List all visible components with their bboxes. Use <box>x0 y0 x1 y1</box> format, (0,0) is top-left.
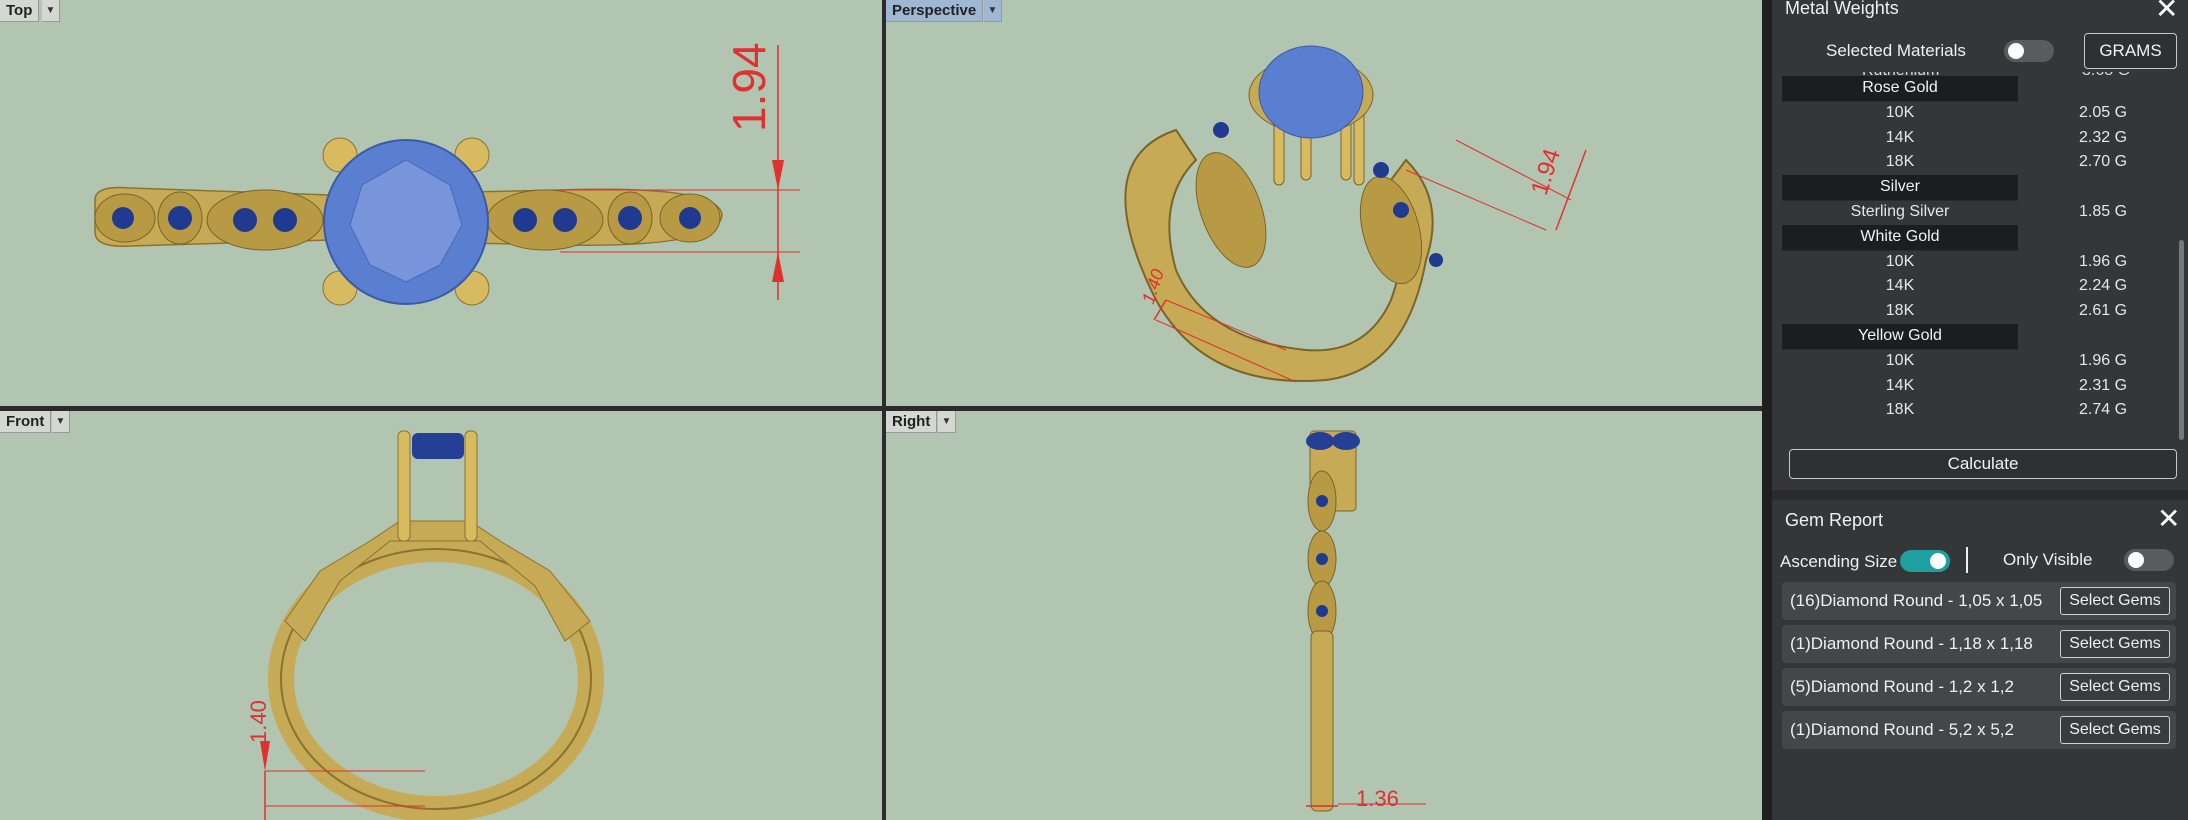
list-item: (1)Diamond Round - 5,2 x 5,2 Select Gems <box>1782 711 2176 749</box>
close-icon[interactable]: ✕ <box>2157 505 2180 533</box>
table-row: 14K 2.24 G <box>1885 277 2128 295</box>
viewport-perspective[interactable]: 1.94 1.40 Perspective ▼ <box>886 0 1762 406</box>
perspective-view-render <box>1124 45 1587 383</box>
front-view-render <box>260 430 604 820</box>
table-row: 18K 2.70 G <box>1885 153 2128 171</box>
right-view-render <box>1306 430 1426 812</box>
table-row: 14K 2.31 G <box>1885 376 2128 394</box>
table-row: 10K 2.05 G <box>1885 103 2128 121</box>
close-icon[interactable]: ✕ <box>2155 0 2178 23</box>
viewport-tab-top[interactable]: Top <box>0 0 40 22</box>
metal-weights-table: Rose Gold 10K 2.05 G 14K 2.32 G 18K 2.70 G … <box>1782 76 2188 423</box>
group-header-white-gold: White Gold <box>1782 224 2188 251</box>
metal-weights-title: Metal Weights <box>1785 0 1899 18</box>
viewport-tab-right[interactable]: Right <box>886 411 938 433</box>
table-row: 14K 2.32 G <box>1885 128 2128 146</box>
list-item: (5)Diamond Round - 1,2 x 1,2 Select Gems <box>1782 668 2176 706</box>
table-row: Sterling Silver 1.85 G <box>1850 202 2128 220</box>
grams-button[interactable]: GRAMS <box>2084 33 2177 69</box>
select-gems-button[interactable]: Select Gems <box>2060 716 2170 744</box>
selected-materials-label: Selected Materials <box>1826 41 1966 60</box>
table-row: 18K 2.61 G <box>1885 302 2128 320</box>
list-item: (16)Diamond Round - 1,05 x 1,05 Select Ge… <box>1782 582 2176 620</box>
viewport-tab-front[interactable]: Front <box>0 411 52 433</box>
only-visible-toggle[interactable] <box>2124 549 2174 571</box>
table-row: 10K 1.96 G <box>1885 252 2128 270</box>
table-row: 18K 2.74 G <box>1885 401 2128 419</box>
viewport-top[interactable]: 1.94 Top ▼ <box>0 0 882 406</box>
toolbar-divider <box>1966 547 1968 573</box>
chevron-down-icon[interactable]: ▼ <box>984 0 1002 22</box>
chevron-down-icon[interactable]: ▼ <box>938 411 956 433</box>
dimension-label: 1.40 <box>246 700 271 743</box>
selected-materials-toggle[interactable] <box>2004 40 2054 62</box>
dimension-label: 1.94 <box>723 42 775 132</box>
table-row: 10K 1.96 G <box>1885 351 2128 369</box>
chevron-down-icon[interactable]: ▼ <box>52 411 70 433</box>
viewport-front[interactable]: 1.40 Front ▼ <box>0 411 882 820</box>
list-item: (1)Diamond Round - 1,18 x 1,18 Select Gem… <box>1782 625 2176 663</box>
select-gems-button[interactable]: Select Gems <box>2060 673 2170 701</box>
cad-workspace: 1.94 Top ▼ 1.94 1.40 Perspective ▼ 1.40 … <box>0 0 2188 820</box>
ascending-size-toggle[interactable] <box>1900 550 1950 572</box>
viewport-tab-perspective[interactable]: Perspective <box>886 0 984 22</box>
panel-splitter[interactable] <box>1762 0 1772 820</box>
select-gems-button[interactable]: Select Gems <box>2060 587 2170 615</box>
dimension-label: 1.36 <box>1356 786 1399 811</box>
chevron-down-icon[interactable]: ▼ <box>42 0 60 22</box>
group-header-silver: Silver <box>1782 175 2188 201</box>
gem-report-title: Gem Report <box>1785 510 1884 530</box>
only-visible-label: Only Visible <box>2003 550 2093 569</box>
ascending-size-label: Ascending Size <box>1780 552 1898 571</box>
select-gems-button[interactable]: Select Gems <box>2060 630 2170 658</box>
metal-weights-scrollbar[interactable] <box>2179 240 2184 440</box>
viewport-right[interactable]: 1.36 Right ▼ <box>886 411 1762 820</box>
group-header-rose-gold: Rose Gold <box>1782 76 2188 102</box>
group-header-yellow-gold: Yellow Gold <box>1782 323 2188 350</box>
calculate-button[interactable]: Calculate <box>1789 449 2177 479</box>
